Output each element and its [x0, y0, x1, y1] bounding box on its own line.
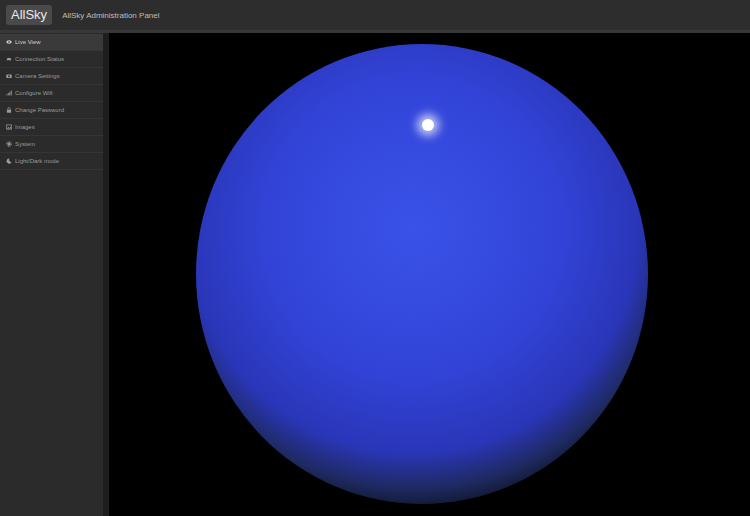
sky-image — [196, 44, 648, 504]
lock-icon — [6, 107, 12, 113]
sidebar-item[interactable]: Light/Dark mode — [0, 153, 103, 170]
sidebar-label: Live View — [15, 39, 41, 45]
eye-icon — [6, 39, 12, 45]
sidebar-label: Images — [15, 124, 35, 130]
sidebar-label: Connection Status — [15, 56, 64, 62]
sidebar-item[interactable]: Change Password — [0, 102, 103, 119]
sidebar-item[interactable]: Configure Wifi — [0, 85, 103, 102]
sidebar-item[interactable]: Camera Settings — [0, 68, 103, 85]
sidebar-label: Light/Dark mode — [15, 158, 59, 164]
image-icon — [6, 124, 12, 130]
signal-icon — [6, 90, 12, 96]
sidebar-label: Configure Wifi — [15, 90, 53, 96]
sidebar-label: Camera Settings — [15, 73, 60, 79]
camera-icon — [6, 73, 12, 79]
sidebar-item[interactable]: Live View — [0, 34, 103, 51]
sidebar-label: Change Password — [15, 107, 64, 113]
panel-title: AllSky Administration Panel — [62, 11, 159, 20]
sidebar-item[interactable]: Images — [0, 119, 103, 136]
sidebar-label: System — [15, 141, 35, 147]
gear-icon — [6, 141, 12, 147]
header: AllSky AllSky Administration Panel — [0, 0, 750, 33]
moon-icon — [6, 158, 12, 164]
dashboard-icon — [6, 56, 12, 62]
logo[interactable]: AllSky — [6, 5, 52, 25]
sidebar-item[interactable]: System — [0, 136, 103, 153]
sidebar-item[interactable]: Connection Status — [0, 51, 103, 68]
sidebar: Live View Connection Status Camera Setting… — [0, 33, 103, 516]
live-view — [109, 33, 750, 516]
